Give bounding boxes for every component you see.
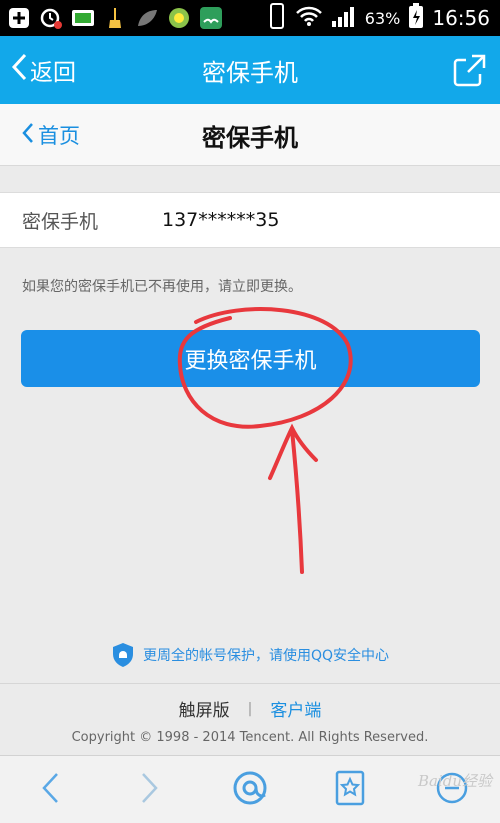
change-secure-phone-button[interactable]: 更换密保手机 [21,330,480,387]
signal-icon [331,5,357,31]
secure-phone-row: 密保手机 137******35 [0,192,500,248]
browser-logo-icon [231,769,269,811]
phone-vibrate-icon [267,3,287,33]
browser-bottom-bar [0,755,500,823]
app-notification-icon [70,6,96,30]
wifi-icon [295,5,323,31]
chevron-left-icon [10,52,28,88]
footer-separator: | [247,700,253,717]
chevron-left-icon [22,122,34,149]
secure-phone-label: 密保手机 [22,210,99,233]
leaf-icon [134,6,160,30]
page-header: 首页 密保手机 [0,104,500,166]
security-center-tip[interactable]: 更周全的帐号保护，请使用QQ安全中心 [0,642,500,668]
browser-forward-button[interactable] [130,770,170,810]
security-tip-text: 更周全的帐号保护，请使用QQ安全中心 [142,648,390,664]
home-link[interactable]: 首页 [22,104,80,166]
touch-version-link[interactable]: 触屏版 [179,696,230,721]
share-icon [452,54,488,92]
divider [0,683,500,684]
back-button[interactable]: 返回 [10,36,76,104]
broom-icon [102,6,128,30]
notice-text: 如果您的密保手机已不再使用，请立即更换。 [22,279,302,295]
browser-home-button[interactable] [230,770,270,810]
battery-percent: 63% [364,8,401,28]
client-link[interactable]: 客户端 [270,696,321,721]
shield-icon [111,642,135,668]
back-label: 返回 [30,60,76,86]
copyright: Copyright © 1998 - 2014 Tencent. All Rig… [71,730,429,745]
status-bar: 63% 16:56 [0,0,500,36]
clock: 16:56 [432,6,490,30]
menu-circle-icon [435,771,469,809]
bookmark-button[interactable] [330,770,370,810]
menu-button[interactable] [432,770,472,810]
alarm-icon [38,6,64,30]
footer-links: 触屏版 | 客户端 [0,696,500,722]
book-app-icon [198,6,224,30]
app-bar: 返回 密保手机 [0,36,500,104]
battery-charging-icon [408,3,424,33]
chevron-left-icon [40,771,60,809]
browser-back-button[interactable] [30,770,70,810]
chevron-right-icon [140,771,160,809]
star-bookmark-icon [334,770,366,810]
home-label: 首页 [38,124,80,148]
app-circle-icon [166,6,192,30]
share-button[interactable] [452,52,488,88]
add-notification-icon [6,6,32,30]
secure-phone-value: 137******35 [162,209,280,231]
